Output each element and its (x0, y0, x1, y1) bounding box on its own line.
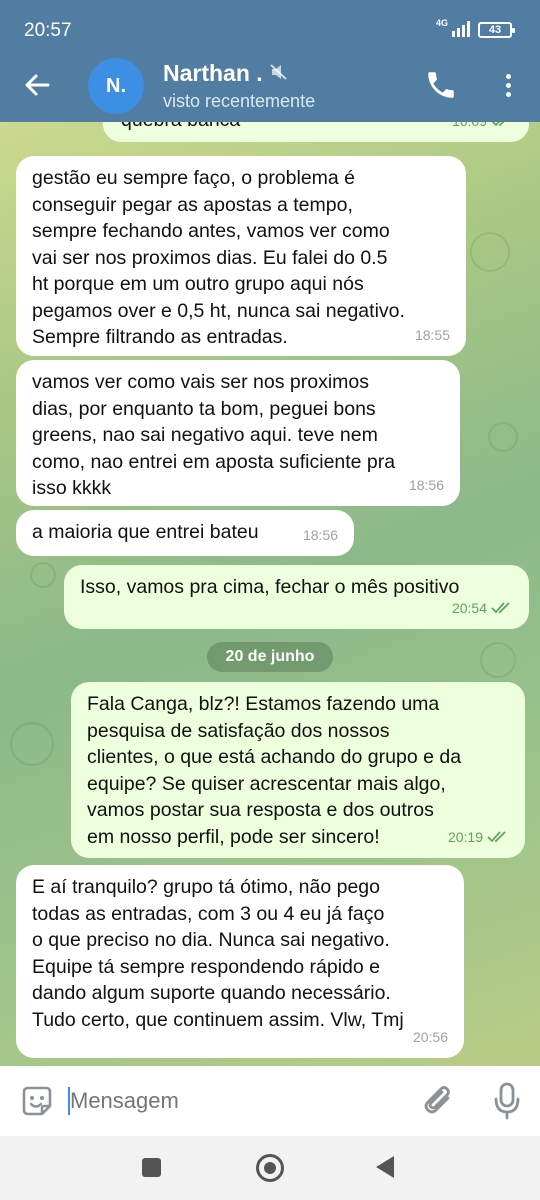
recents-button[interactable] (142, 1158, 161, 1177)
message-text: vamos ver como vais ser nos proximos (32, 371, 370, 393)
message-text: em nosso perfil, pode ser sincero! (87, 825, 380, 848)
message-time: 16:09 (452, 122, 487, 134)
status-bar: 20:57 4G 43 (0, 0, 540, 48)
date-separator: 20 de junho (207, 642, 333, 672)
message-text: dias, por enquanto ta bom, peguei bons (32, 397, 376, 420)
message-text: E aí tranquilo? grupo tá ótimo, não pego (32, 876, 380, 898)
message-meta: 18:55 (415, 322, 450, 349)
message-text: a maioria que entrei bateu (32, 521, 259, 543)
message-text: isso kkkk (32, 477, 112, 499)
message-text: o que preciso no dia. Nunca sai negativo… (32, 929, 390, 951)
chat-header: N. Narthan . visto recentemente (0, 48, 540, 122)
message-text: vai ser nos proximos dias. Eu falei do 0… (32, 246, 388, 269)
signal-icon (452, 21, 470, 37)
message-time: 20:54 (451, 599, 487, 616)
message-incoming[interactable]: gestão eu sempre faço, o problema é cons… (16, 156, 466, 356)
attach-icon[interactable] (422, 1084, 456, 1118)
mute-icon (270, 64, 287, 80)
message-meta: 16:09 (452, 122, 513, 134)
system-back-button[interactable] (376, 1156, 394, 1178)
last-seen-status: visto recentemente (163, 91, 316, 111)
avatar[interactable]: N. (88, 58, 144, 114)
wallpaper-doodle (30, 562, 56, 588)
double-check-icon (487, 831, 506, 843)
chat-area[interactable]: quebra banca 16:09 gestão eu sempre faço… (0, 122, 540, 1066)
home-button[interactable] (256, 1154, 284, 1182)
message-text: dando algum suporte quando necessário. (32, 982, 391, 1004)
message-input[interactable] (70, 1088, 390, 1114)
message-text: Tudo certo, que continuem assim. Vlw, Tm… (32, 1008, 404, 1031)
message-text: sempre fechando antes, vamos ver como (32, 220, 390, 242)
back-button[interactable] (14, 65, 60, 105)
message-text: clientes, o que está achando do grupo e … (87, 746, 462, 768)
message-outgoing[interactable]: Fala Canga, blz?! Estamos fazendo uma pe… (71, 682, 525, 858)
system-nav-bar (0, 1136, 540, 1200)
message-text: pegamos over e 0,5 ht, nunca sai negativ… (32, 299, 405, 322)
more-vert-icon[interactable] (496, 68, 520, 102)
message-outgoing[interactable]: Isso, vamos pra cima, fechar o mês posit… (64, 565, 529, 629)
back-arrow-icon (25, 74, 50, 96)
message-text: Sempre filtrando as entradas. (32, 326, 288, 348)
wallpaper-doodle (488, 422, 518, 452)
double-check-icon (491, 602, 510, 614)
message-text: Equipe tá sempre respondendo rápido e (32, 955, 380, 978)
message-text: como, nao entrei em aposta suficiente pr… (32, 450, 396, 473)
mic-icon[interactable] (492, 1082, 522, 1120)
message-incoming[interactable]: E aí tranquilo? grupo tá ótimo, não pego… (16, 865, 464, 1058)
message-incoming[interactable]: a maioria que entrei bateu 18:56 (16, 510, 354, 556)
message-incoming[interactable]: vamos ver como vais ser nos proximos dia… (16, 360, 460, 506)
message-composer (0, 1066, 540, 1136)
phone-icon[interactable] (424, 68, 458, 102)
wallpaper-doodle (480, 642, 516, 678)
message-text: greens, nao sai negativo aqui. teve nem (32, 424, 378, 446)
message-time: 18:56 (408, 476, 444, 493)
status-time: 20:57 (24, 20, 72, 41)
message-time: 18:56 (302, 526, 338, 543)
message-meta: 18:56 (303, 522, 338, 549)
message-text: Isso, vamos pra cima, fechar o mês posit… (80, 576, 460, 598)
contact-name[interactable]: Narthan . (163, 60, 263, 87)
message-text: equipe? Se quiser acrescentar mais algo, (87, 772, 446, 795)
message-time: 20:19 (447, 828, 483, 845)
message-text: ht porque em um outro grupo aqui nós (32, 273, 364, 295)
message-time: 18:55 (414, 326, 450, 343)
message-meta: 20:54 (452, 595, 513, 622)
message-meta: 20:19 (448, 824, 509, 851)
wallpaper-doodle (10, 722, 54, 766)
message-text: gestão eu sempre faço, o problema é (32, 167, 356, 189)
message-text: pesquisa de satisfação dos nossos (87, 719, 390, 742)
message-meta: 20:56 (413, 1024, 448, 1051)
message-meta: 18:56 (409, 472, 444, 499)
message-outgoing[interactable]: quebra banca 16:09 (103, 122, 529, 142)
double-check-icon (491, 122, 505, 127)
message-text: conseguir pegar as apostas a tempo, (32, 193, 353, 216)
network-type: 4G (436, 18, 449, 28)
wallpaper-doodle (470, 232, 510, 272)
message-time: 20:56 (412, 1028, 448, 1045)
emoji-icon[interactable] (20, 1084, 54, 1118)
message-text: vamos postar sua resposta e dos outros (87, 799, 434, 821)
message-text: todas as entradas, com 3 ou 4 eu já faço (32, 902, 385, 925)
battery-level: 43 (478, 22, 515, 38)
message-text: Fala Canga, blz?! Estamos fazendo uma (87, 693, 440, 715)
